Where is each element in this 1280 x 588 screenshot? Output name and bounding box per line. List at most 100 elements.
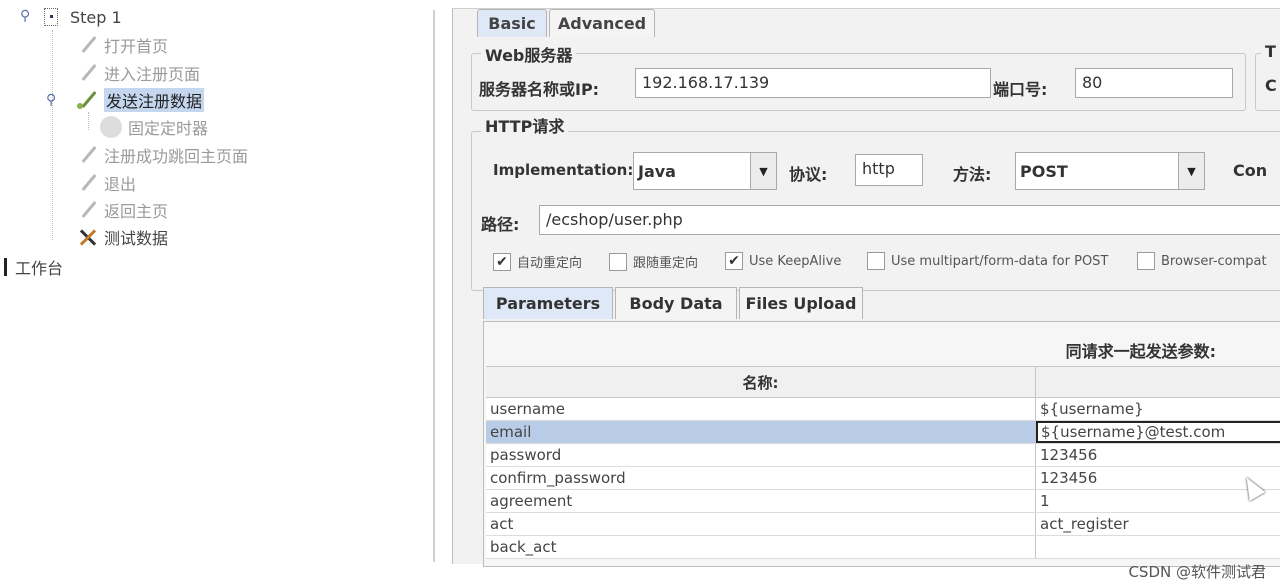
tree-item-send-register[interactable]: 发送注册数据: [76, 87, 205, 113]
tree-item-step1[interactable]: Step 1: [44, 4, 122, 30]
sampler-icon: [76, 172, 98, 194]
tree-item-register-page[interactable]: 进入注册页面: [76, 60, 200, 86]
parameters-tabbar: Parameters Body Data Files Upload: [483, 287, 1280, 321]
port-label: 端口号:: [993, 80, 1048, 99]
param-name-cell[interactable]: act: [486, 513, 1036, 535]
column-header-value: [1036, 367, 1280, 397]
checkbox-unchecked-icon: [609, 252, 627, 271]
table-caption: 同请求一起发送参数:: [1065, 342, 1216, 361]
checkbox-unchecked-icon: [867, 252, 885, 270]
watermark: CSDN @软件测试君: [1128, 563, 1266, 581]
tools-icon: [76, 226, 98, 248]
port-input[interactable]: 80: [1075, 68, 1233, 98]
tab-parameters[interactable]: Parameters: [483, 287, 613, 319]
implementation-label: Implementation:: [493, 161, 634, 179]
thread-group-icon: [44, 8, 58, 26]
content-encoding-label: Con: [1233, 161, 1268, 180]
table-row[interactable]: username ${username}: [486, 398, 1280, 421]
pin-icon: ⚲: [46, 92, 57, 108]
sampler-icon: [76, 34, 98, 56]
tree-item-label: Step 1: [70, 7, 122, 27]
param-value-cell[interactable]: 1: [1036, 490, 1280, 512]
table-row[interactable]: back_act: [486, 536, 1280, 559]
chevron-down-icon[interactable]: ▼: [750, 153, 776, 189]
table-row[interactable]: act act_register: [486, 513, 1280, 536]
tree-item-label: 发送注册数据: [104, 88, 205, 112]
param-name-cell[interactable]: username: [486, 398, 1036, 420]
splitter[interactable]: [433, 10, 435, 562]
param-name-cell[interactable]: agreement: [486, 490, 1036, 512]
sampler-icon: [76, 62, 98, 84]
tab-files-upload[interactable]: Files Upload: [739, 287, 863, 319]
protocol-label: 协议:: [789, 165, 828, 184]
checkbox-checked-icon: ✔: [725, 252, 743, 270]
param-value-cell[interactable]: [1036, 536, 1280, 558]
param-value-cell[interactable]: 123456: [1036, 444, 1280, 466]
tree-item-workbench[interactable]: 工作台: [4, 254, 63, 280]
tree-item-label: 工作台: [15, 259, 64, 278]
tab-basic[interactable]: Basic: [477, 9, 547, 37]
tree-item-label: 返回主页: [104, 202, 169, 221]
tree-item-label: 测试数据: [104, 229, 169, 248]
checkbox-label: Use multipart/form-data for POST: [891, 253, 1109, 269]
table-row[interactable]: password 123456: [486, 444, 1280, 467]
http-request-title: HTTP请求: [481, 113, 569, 137]
path-input[interactable]: /ecshop/user.php: [539, 205, 1280, 235]
table-row[interactable]: confirm_password 123456: [486, 467, 1280, 490]
method-value: POST: [1020, 162, 1068, 181]
pin-icon: ⚲: [20, 8, 31, 24]
param-name-cell[interactable]: password: [486, 444, 1036, 466]
tree-item-label: 退出: [104, 175, 137, 194]
param-name-cell[interactable]: email: [486, 421, 1036, 443]
parameters-table: 名称: username ${username} email ${usernam…: [486, 366, 1280, 559]
timeouts-title: T: [1261, 42, 1280, 61]
tree-item-label: 注册成功跳回主页面: [104, 147, 249, 166]
web-server-title: Web服务器: [481, 42, 577, 66]
tree-item-open-home[interactable]: 打开首页: [76, 32, 168, 58]
tab-advanced[interactable]: Advanced: [549, 9, 655, 37]
tree-item-register-success[interactable]: 注册成功跳回主页面: [76, 142, 248, 168]
timeouts-label: C: [1265, 76, 1277, 95]
follow-redirects-checkbox[interactable]: 跟随重定向: [609, 252, 698, 271]
keepalive-checkbox[interactable]: ✔ Use KeepAlive: [725, 252, 841, 270]
tree-item-timer[interactable]: 固定定时器: [100, 114, 208, 140]
implementation-value: Java: [638, 162, 676, 181]
parameters-table-area: 同请求一起发送参数: 名称: username ${username} emai…: [483, 321, 1280, 567]
tab-body-data[interactable]: Body Data: [615, 287, 737, 319]
checkbox-label: 自动重定向: [517, 256, 583, 271]
timer-icon: [100, 116, 122, 138]
http-sampler-panel: Basic Advanced Web服务器 服务器名称或IP: 192.168.…: [452, 8, 1280, 567]
tree-item-label: 打开首页: [104, 37, 169, 56]
checkbox-checked-icon: ✔: [493, 252, 511, 271]
table-row-selected[interactable]: email ${username}@test.com: [486, 421, 1280, 444]
table-header: 名称:: [486, 366, 1280, 398]
tree-item-label: 固定定时器: [128, 119, 209, 138]
workbench-icon: [4, 258, 7, 276]
column-header-name: 名称:: [486, 367, 1036, 397]
multipart-checkbox[interactable]: Use multipart/form-data for POST: [867, 252, 1108, 270]
checkbox-label: Browser-compat: [1161, 253, 1267, 269]
implementation-select[interactable]: Java ▼: [633, 152, 777, 190]
param-value-cell-editing[interactable]: ${username}@test.com: [1036, 421, 1280, 443]
checkbox-label: 跟随重定向: [633, 256, 699, 271]
param-value-cell[interactable]: ${username}: [1036, 398, 1280, 420]
method-label: 方法:: [953, 165, 992, 184]
checkbox-unchecked-icon: [1137, 252, 1155, 270]
sampler-icon: [76, 89, 98, 111]
param-name-cell[interactable]: confirm_password: [486, 467, 1036, 489]
protocol-input[interactable]: http: [855, 154, 923, 186]
tree-item-back-home[interactable]: 返回主页: [76, 197, 168, 223]
chevron-down-icon[interactable]: ▼: [1178, 153, 1204, 189]
tree-item-test-data[interactable]: 测试数据: [76, 224, 168, 250]
table-row[interactable]: agreement 1: [486, 490, 1280, 513]
checkbox-label: Use KeepAlive: [749, 253, 842, 269]
method-select[interactable]: POST ▼: [1015, 152, 1205, 190]
browser-compat-checkbox[interactable]: Browser-compat: [1137, 252, 1267, 270]
tree-item-label: 进入注册页面: [104, 65, 201, 84]
param-name-cell[interactable]: back_act: [486, 536, 1036, 558]
tree-item-logout[interactable]: 退出: [76, 170, 136, 196]
server-name-input[interactable]: 192.168.17.139: [635, 68, 991, 98]
auto-redirect-checkbox[interactable]: ✔ 自动重定向: [493, 252, 582, 271]
path-label: 路径:: [481, 215, 520, 234]
param-value-cell[interactable]: act_register: [1036, 513, 1280, 535]
